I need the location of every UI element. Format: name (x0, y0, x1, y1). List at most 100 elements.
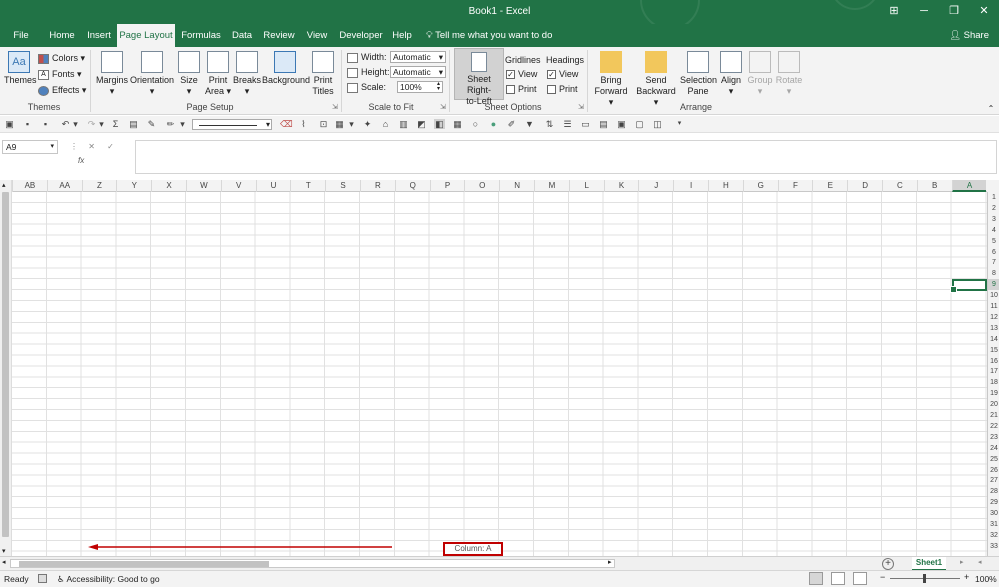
table-icon[interactable]: ▥ (398, 119, 409, 129)
column-header[interactable]: I (673, 180, 708, 192)
column-header[interactable]: O (464, 180, 499, 192)
eraser-icon[interactable]: ⌫ (280, 119, 293, 129)
sheet-right-to-left-button[interactable]: Sheet Right- to-Left (454, 48, 504, 106)
row-header[interactable]: 7 (988, 257, 999, 268)
collapse-ribbon-icon[interactable]: ⌃ (986, 103, 996, 114)
row-header[interactable]: 32 (988, 530, 999, 541)
shapes-icon[interactable]: ⌂ (380, 119, 391, 129)
row-header[interactable]: 15 (988, 345, 999, 356)
normal-view-icon[interactable] (809, 572, 823, 585)
row-header[interactable]: 33 (988, 541, 999, 552)
row-header[interactable]: 25 (988, 454, 999, 465)
row-header[interactable]: 22 (988, 421, 999, 432)
tab-formulas[interactable]: Formulas (178, 24, 224, 47)
row-header[interactable]: 30 (988, 508, 999, 519)
column-header[interactable]: M (534, 180, 569, 192)
tab-file[interactable]: File (6, 24, 36, 47)
accessibility-status[interactable]: ♿︎ Accessibility: Good to go (57, 574, 160, 585)
row-header[interactable]: 20 (988, 399, 999, 410)
tab-review[interactable]: Review (260, 24, 298, 47)
row-header[interactable]: 17 (988, 366, 999, 377)
row-header[interactable]: 3 (988, 214, 999, 225)
row-header[interactable]: 24 (988, 443, 999, 454)
column-header[interactable]: W (186, 180, 221, 192)
lock-icon[interactable]: ▣ (4, 119, 15, 129)
row-header[interactable]: 10 (988, 290, 999, 301)
paint-icon[interactable]: ✦ (362, 119, 373, 129)
border-icon[interactable]: ▦ (334, 119, 345, 129)
column-header[interactable]: S (325, 180, 360, 192)
sheet-scroll-right-icon[interactable]: ▸ (960, 558, 964, 566)
tab-help[interactable]: Help (390, 24, 414, 47)
brush-icon[interactable]: ✐ (506, 119, 517, 129)
column-header[interactable]: L (568, 180, 604, 192)
row-header[interactable]: 28 (988, 486, 999, 497)
chevron-down-icon[interactable]: ▾ (96, 119, 107, 129)
row-header[interactable]: 16 (988, 356, 999, 367)
name-box[interactable]: A9 ▾ (2, 140, 58, 154)
bring-forward-button[interactable]: Bring Forward ▾ (592, 51, 630, 108)
grid-icon[interactable]: ▦ (452, 119, 463, 129)
restore-button[interactable]: ❐ (939, 0, 969, 24)
column-header[interactable]: X (151, 180, 186, 192)
row-header[interactable]: 9 (988, 279, 999, 291)
headings-view-checkbox[interactable]: ✓ View (547, 67, 578, 81)
chevron-down-icon[interactable]: ▾ (346, 119, 357, 129)
save-icon[interactable]: ▪ (22, 119, 33, 129)
scroll-up-icon[interactable]: ▴ (2, 181, 6, 189)
gridlines-print-checkbox[interactable]: Print (506, 82, 537, 96)
column-header[interactable]: G (742, 180, 778, 192)
vertical-scrollbar[interactable]: ▴ ▾ (0, 180, 12, 556)
column-header[interactable]: J (638, 180, 673, 192)
tab-page-layout[interactable]: Page Layout (117, 24, 175, 47)
height-dropdown[interactable]: Automatic ▾ (390, 66, 446, 78)
window-icon[interactable]: ▣ (616, 119, 627, 129)
chart-icon[interactable]: ▤ (128, 119, 139, 129)
row-header[interactable]: 11 (988, 301, 999, 312)
background-button[interactable]: Background (262, 51, 310, 86)
headings-print-checkbox[interactable]: Print (547, 82, 578, 96)
row-header[interactable]: 14 (988, 334, 999, 345)
camera-icon[interactable]: ◫ (652, 119, 663, 129)
vertical-scroll-thumb[interactable] (2, 192, 9, 537)
share-button[interactable]: 👤︎ Share (949, 24, 989, 47)
format-painter-icon[interactable]: ⌇ (298, 119, 309, 129)
tab-developer[interactable]: Developer (336, 24, 386, 47)
active-cell[interactable] (950, 279, 987, 293)
doc-icon[interactable]: ▭ (580, 119, 591, 129)
sheet-scroll-left-icon[interactable]: ◂ (978, 558, 982, 566)
cancel-icon[interactable]: ✕ (88, 142, 95, 151)
scale-spinner[interactable]: 100% ▴ ▾ (397, 81, 443, 93)
column-header[interactable]: R (360, 180, 395, 192)
row-header[interactable]: 2 (988, 203, 999, 214)
row-header[interactable]: 5 (988, 236, 999, 247)
chevron-down-icon[interactable]: ▾ (177, 119, 188, 129)
row-header[interactable]: 29 (988, 497, 999, 508)
insert-function-button[interactable]: fx (78, 156, 84, 165)
sheet-tab[interactable]: Sheet1 (912, 557, 946, 571)
zoom-thumb[interactable] (923, 574, 926, 583)
chevron-down-icon[interactable]: ▾ (70, 119, 81, 129)
column-header[interactable]: H (708, 180, 743, 192)
shape-icon[interactable]: ○ (470, 119, 481, 129)
selection-pane-button[interactable]: Selection Pane (680, 51, 717, 97)
gridlines-view-checkbox[interactable]: ✓ View (506, 67, 537, 81)
pen-color-icon[interactable]: ✏ (165, 119, 176, 129)
edit-icon[interactable]: ✎ (146, 119, 157, 129)
sheet-options-launcher-icon[interactable]: ⇲ (578, 103, 584, 111)
tab-insert[interactable]: Insert (82, 24, 116, 47)
horizontal-scroll-thumb[interactable] (19, 561, 269, 567)
macro-recording-icon[interactable] (38, 574, 47, 583)
column-header[interactable]: D (847, 180, 882, 192)
circle-icon[interactable]: ● (488, 119, 499, 129)
select-all-corner[interactable] (987, 180, 999, 192)
new-sheet-button[interactable]: + (882, 558, 894, 570)
column-header[interactable]: U (255, 180, 291, 192)
column-header[interactable]: A (951, 180, 987, 192)
zoom-level[interactable]: 100% (975, 574, 997, 584)
row-header[interactable]: 12 (988, 312, 999, 323)
row-header[interactable]: 26 (988, 465, 999, 476)
formula-input[interactable] (135, 140, 997, 174)
column-header[interactable]: P (429, 180, 465, 192)
row-header[interactable]: 8 (988, 268, 999, 279)
